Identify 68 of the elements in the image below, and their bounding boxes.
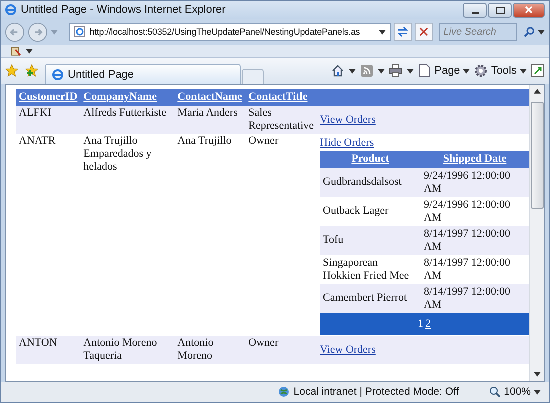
maximize-button[interactable] [488,2,512,18]
caret-icon [520,68,527,74]
globe-icon [278,386,290,398]
table-cell: Alfreds Futterkiste [80,106,175,134]
table-cell: 9/24/1996 12:00:00 AM [421,197,529,226]
table-cell: Camembert Pierrot [320,284,422,313]
favorites-star-icon[interactable] [5,64,19,78]
page-icon [74,26,86,38]
close-icon [525,6,533,14]
table-cell: 8/14/1997 12:00:00 AM [421,226,529,255]
scroll-down-icon[interactable] [534,372,540,377]
caret-icon [463,68,470,74]
table-cell: Tofu [320,226,422,255]
add-favorite-icon[interactable] [25,64,39,78]
minimize-button[interactable] [463,2,487,18]
expand-icon[interactable] [531,64,545,78]
table-cell: 8/14/1997 12:00:00 AM [421,284,529,313]
address-field[interactable]: http://localhost:50352/UsingTheUpdatePanel/NestingUpdatePanels.as [68,23,391,41]
home-icon[interactable] [330,64,345,78]
table-cell: Antonio Moreno [174,336,246,364]
scroll-up-icon[interactable] [534,89,540,94]
search-icon[interactable] [524,26,536,38]
stop-icon[interactable] [414,23,433,41]
dropdown-icon[interactable] [348,68,356,74]
table-cell: Owner [246,336,318,364]
dropdown-icon[interactable] [406,68,414,74]
table-cell: 9/24/1996 12:00:00 AM [421,168,529,197]
table-cell: ANATR [16,134,81,336]
table-cell: Sales Representative [246,106,318,134]
browser-tab[interactable]: Untitled Page [45,64,241,84]
dropdown-icon[interactable] [378,68,385,74]
gear-icon [474,64,488,78]
current-page: 1 [418,318,424,330]
toolbar-icon[interactable] [11,46,22,56]
scroll-thumb[interactable] [530,102,544,209]
table-cell: Singaporean Hokkien Fried Mee [320,255,422,284]
table-cell: 8/14/1997 12:00:00 AM [421,255,529,284]
zoom-control[interactable]: 100% [489,386,541,398]
table-cell: Antonio Moreno Taqueria [80,336,175,364]
browser-logo-icon [52,68,64,80]
tools-menu[interactable]: Tools [474,64,527,78]
table-cell: Gudbrandsdalsost [320,168,422,197]
table-cell: Maria Anders [174,106,246,134]
page-link[interactable]: 2 [426,318,432,330]
printer-icon[interactable] [388,64,403,78]
dropdown-icon[interactable] [538,30,546,34]
table-cell: ANTON [16,336,81,364]
hide-orders-link[interactable]: Hide Orders [320,137,374,149]
refresh-icon[interactable] [394,23,412,41]
dropdown-icon[interactable] [26,48,33,54]
close-button[interactable] [513,2,545,18]
security-zone-text: Local intranet | Protected Mode: Off [294,386,460,398]
page-menu[interactable]: Page [418,64,470,78]
browser-logo-icon [5,4,17,16]
table-cell: Outback Lager [320,197,422,226]
table-cell: Owner [246,134,318,336]
table-cell: Ana Trujillo [174,134,246,336]
view-orders-link[interactable]: View Orders [320,114,376,126]
caret-icon [534,390,541,394]
view-orders-link[interactable]: View Orders [320,344,376,356]
table-cell: ALFKI [16,106,81,134]
page-icon [418,64,432,78]
scrollbar[interactable] [529,85,544,381]
window-title: Untitled Page - Windows Internet Explorer [21,4,227,16]
search-field[interactable]: Live Search [438,23,517,41]
table-cell: Ana Trujillo Emparedados y helados [80,134,175,336]
dropdown-icon[interactable] [378,30,386,34]
magnifier-icon [489,386,502,398]
